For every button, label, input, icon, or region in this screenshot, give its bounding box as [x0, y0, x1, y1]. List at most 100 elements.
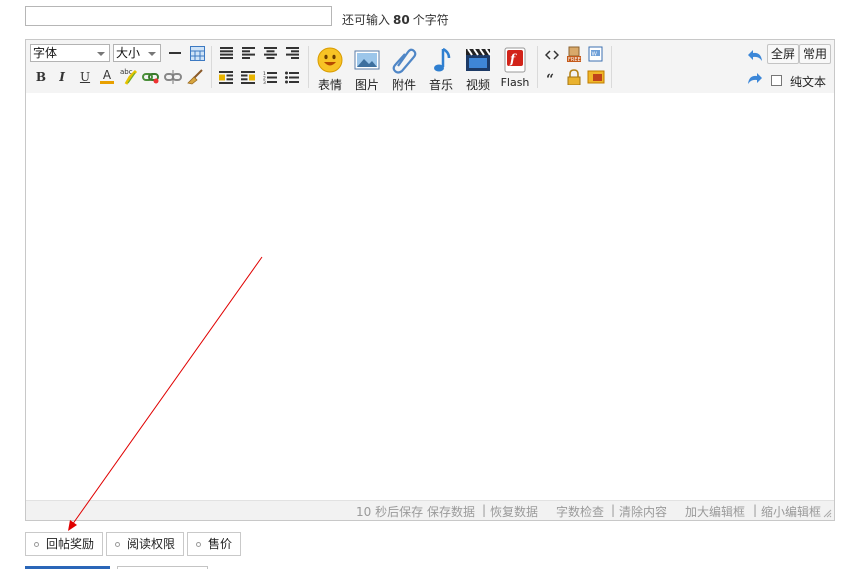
bullet-icon	[34, 542, 39, 547]
insert-flash-label: Flash	[500, 76, 530, 89]
title-input[interactable]	[25, 6, 332, 26]
common-mode-button[interactable]: 常用	[799, 44, 832, 64]
bullet-icon	[115, 542, 120, 547]
font-size-select[interactable]: 大小	[113, 44, 161, 62]
bold-button[interactable]: B	[32, 68, 50, 86]
insert-quote-button[interactable]: “	[543, 69, 561, 87]
price-label: 售价	[208, 537, 233, 551]
insert-music-button[interactable]: 音乐	[423, 46, 459, 92]
insert-link-button[interactable]	[142, 68, 160, 86]
statusbar-separator: |	[611, 503, 616, 517]
price-tab[interactable]: 售价	[187, 532, 241, 556]
autosave-status: 10 秒后保存	[356, 505, 424, 519]
svg-text:W: W	[592, 52, 598, 58]
font-color-button[interactable]: A	[98, 67, 116, 85]
insert-page-break-button[interactable]: W	[587, 45, 605, 63]
statusbar-separator: |	[753, 503, 758, 517]
lock-icon	[567, 69, 581, 85]
code-icon	[545, 50, 559, 60]
bullet-icon	[196, 542, 201, 547]
float-left-button[interactable]	[217, 68, 235, 86]
svg-text:FREE: FREE	[568, 57, 581, 63]
svg-text:3: 3	[263, 80, 266, 84]
insert-video-button[interactable]: 视频	[460, 46, 496, 92]
save-data-link[interactable]: 保存数据	[427, 503, 475, 520]
horizontal-rule-button[interactable]	[166, 44, 184, 62]
word-check-link[interactable]: 字数检查	[556, 503, 604, 520]
image-icon	[353, 46, 381, 74]
insert-code-button[interactable]	[543, 46, 561, 64]
broom-icon	[187, 69, 203, 85]
insert-video-label: 视频	[465, 78, 490, 92]
page-break-icon: W	[588, 46, 603, 62]
unordered-list-icon	[285, 71, 299, 83]
insert-image-label: 图片	[354, 78, 379, 92]
insert-table-button[interactable]	[188, 44, 206, 62]
underline-icon: U	[79, 70, 91, 84]
italic-button[interactable]: I	[53, 68, 71, 86]
insert-free-button[interactable]: FREE	[565, 45, 583, 63]
editor-content-area[interactable]	[26, 93, 834, 501]
insert-smiley-button[interactable]: 表情	[312, 46, 348, 92]
toolbar-separator	[537, 46, 538, 88]
align-right-button[interactable]	[283, 44, 301, 62]
italic-icon: I	[59, 70, 65, 84]
free-tag-icon: FREE	[567, 46, 581, 63]
reply-reward-tab[interactable]: 回帖奖励	[25, 532, 103, 556]
char-limit-suffix: 个字符	[412, 13, 449, 27]
insert-album-button[interactable]	[587, 68, 605, 86]
redo-button[interactable]	[746, 69, 764, 87]
char-limit-hint: 还可输入 80 个字符	[342, 11, 449, 28]
plain-text-label: 纯文本	[790, 75, 827, 89]
album-icon	[587, 70, 605, 84]
enlarge-editor-link[interactable]: 加大编辑框	[685, 503, 745, 520]
undo-button[interactable]	[746, 46, 764, 64]
fullscreen-label: 全屏	[771, 47, 796, 61]
highlight-button[interactable]: abc	[120, 67, 138, 85]
align-justify-icon	[219, 47, 233, 59]
unordered-list-button[interactable]	[283, 68, 301, 86]
align-center-icon	[263, 47, 277, 59]
flash-icon: f	[501, 46, 529, 74]
clear-content-link[interactable]: 清除内容	[619, 503, 667, 520]
font-family-select-label: 字体	[33, 46, 58, 60]
resize-grip-icon[interactable]	[823, 509, 832, 518]
table-icon	[189, 45, 205, 61]
insert-attachment-label: 附件	[391, 78, 416, 92]
remove-link-button[interactable]	[164, 68, 182, 86]
quote-icon: “	[546, 72, 554, 84]
ordered-list-button[interactable]: 123	[261, 68, 279, 86]
align-center-button[interactable]	[261, 44, 279, 62]
underline-button[interactable]: U	[76, 68, 94, 86]
insert-hide-button[interactable]	[565, 68, 583, 86]
clear-format-button[interactable]	[186, 68, 204, 86]
statusbar-separator: |	[482, 503, 487, 517]
insert-music-label: 音乐	[428, 78, 453, 92]
editor-toolbar: 字体 大小 B I U A abc 1 2 3 表情 图片 附件 音乐 视频 f…	[26, 40, 834, 94]
insert-image-button[interactable]: 图片	[349, 46, 385, 92]
redo-icon	[748, 73, 762, 84]
font-family-select[interactable]: 字体	[30, 44, 110, 62]
float-right-icon	[241, 70, 255, 84]
font-size-select-label: 大小	[116, 46, 141, 60]
plain-text-checkbox[interactable]	[771, 75, 782, 86]
shrink-editor-link[interactable]: 缩小编辑框	[761, 503, 821, 520]
horizontal-rule-icon	[169, 52, 181, 54]
align-right-icon	[285, 47, 299, 59]
align-justify-button[interactable]	[217, 44, 235, 62]
read-permission-tab[interactable]: 阅读权限	[106, 532, 184, 556]
chevron-down-icon	[148, 52, 156, 56]
smiley-icon	[316, 46, 344, 74]
align-left-button[interactable]	[239, 44, 257, 62]
reply-reward-label: 回帖奖励	[46, 537, 95, 551]
insert-flash-button[interactable]: f Flash	[497, 46, 533, 90]
insert-attachment-button[interactable]: 附件	[386, 46, 422, 92]
fullscreen-button[interactable]: 全屏	[767, 44, 800, 64]
float-right-button[interactable]	[239, 68, 257, 86]
restore-data-link[interactable]: 恢复数据	[490, 503, 538, 520]
read-permission-label: 阅读权限	[127, 537, 176, 551]
toolbar-separator	[211, 46, 212, 88]
float-left-icon	[219, 70, 233, 84]
chevron-down-icon	[97, 52, 105, 56]
toolbar-separator	[308, 46, 309, 88]
